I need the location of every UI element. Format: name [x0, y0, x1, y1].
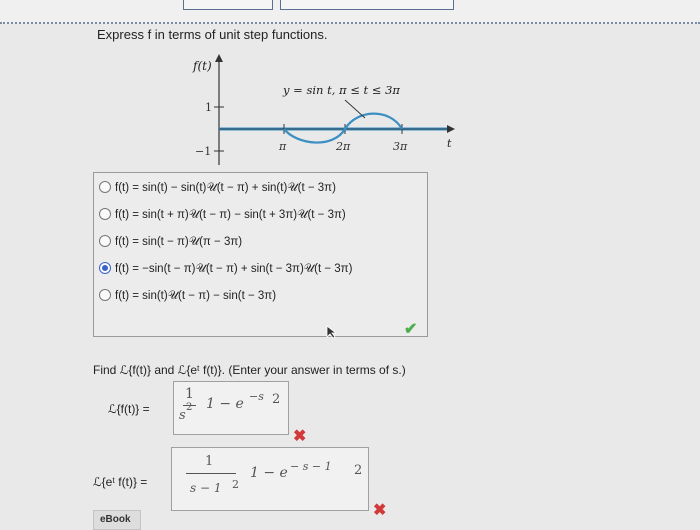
toolbar-button-left[interactable]	[183, 0, 273, 10]
answer2-den-exponent: 2	[232, 478, 239, 491]
step-function-graph: f(t) 1 −1 t π 2π 3π y = sin t, π ≤ t ≤ 3…	[192, 54, 455, 165]
xtick-label-pi: π	[278, 140, 287, 153]
choice-3[interactable]: f(t) = sin(t − π)𝒰(π − 3π)	[99, 235, 242, 249]
incorrect-x-icon: ✖	[373, 502, 387, 519]
answer2-tail: 2	[354, 463, 363, 478]
answer1-denominator: s	[179, 408, 186, 423]
y-axis-arrow	[215, 54, 223, 62]
radio-button-selected[interactable]	[99, 262, 111, 274]
toolbar-button-right[interactable]	[280, 0, 454, 10]
answer1-tail: 2	[272, 392, 281, 407]
answer1-exponent: −s	[249, 390, 264, 403]
choice-4[interactable]: f(t) = −sin(t − π)𝒰(t − π) + sin(t − 3π)…	[99, 262, 352, 276]
answer2-expression: 1 − e	[250, 465, 288, 481]
question-prompt: Express f in terms of unit step function…	[97, 27, 328, 42]
answer2-input[interactable]: 1 s − 1 2 1 − e − s − 1 2	[171, 447, 369, 511]
curve-label: y = sin t, π ≤ t ≤ 3π	[282, 83, 400, 97]
mouse-cursor-icon	[326, 325, 338, 339]
correct-check-icon: ✔	[404, 321, 418, 338]
choice-2[interactable]: f(t) = sin(t + π)𝒰(t − π) − sin(t + 3π)𝒰…	[99, 208, 346, 222]
xtick-label-3pi: 3π	[393, 140, 408, 153]
incorrect-x-icon: ✖	[293, 428, 307, 445]
find-instructions: Find ℒ{f(t)} and ℒ{eᵗ f(t)}. (Enter your…	[93, 363, 406, 377]
choice-5[interactable]: f(t) = sin(t)𝒰(t − π) − sin(t − 3π)	[99, 289, 276, 303]
xtick-label-2pi: 2π	[335, 140, 351, 153]
answer1-input[interactable]: 1 s 2 1 − e −s 2	[173, 381, 289, 435]
curve-pointer	[344, 99, 366, 119]
answer-choices: f(t) = sin(t) − sin(t)𝒰(t − π) + sin(t)𝒰…	[93, 172, 428, 337]
answer1-label: ℒ{f(t)} =	[108, 402, 150, 416]
answer1-den-exponent: 2	[186, 402, 193, 413]
fraction-bar	[186, 473, 236, 474]
choice-1[interactable]: f(t) = sin(t) − sin(t)𝒰(t − π) + sin(t)𝒰…	[99, 181, 336, 195]
answer1-expression: 1 − e	[206, 396, 244, 412]
answer2-denominator: s − 1	[190, 481, 222, 495]
t-axis-arrow	[447, 125, 455, 133]
radio-button[interactable]	[99, 235, 111, 247]
radio-button[interactable]	[99, 208, 111, 220]
y-axis-label: f(t)	[192, 59, 212, 73]
t-axis-label: t	[447, 137, 452, 150]
top-toolbar	[0, 0, 700, 24]
ytick-label-neg1: −1	[195, 145, 211, 158]
ytick-label-1: 1	[205, 101, 212, 114]
answer2-numerator: 1	[205, 454, 214, 469]
answer2-label: ℒ{eᵗ f(t)} =	[93, 475, 148, 489]
ebook-button[interactable]: eBook	[93, 510, 141, 530]
radio-button[interactable]	[99, 289, 111, 301]
answer2-exponent: − s − 1	[290, 460, 332, 473]
radio-button[interactable]	[99, 181, 111, 193]
answer1-numerator: 1	[185, 386, 194, 402]
